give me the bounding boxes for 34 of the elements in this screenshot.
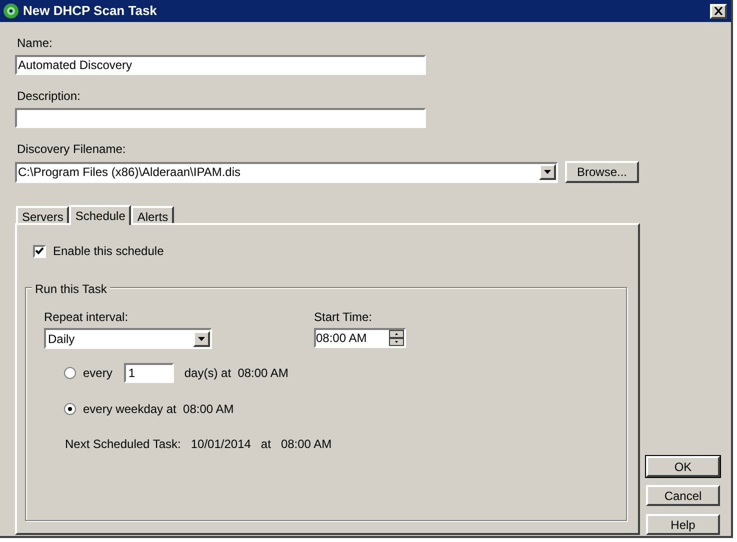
next-task-label: Next Scheduled Task:	[65, 436, 181, 453]
browse-button[interactable]: Browse...	[565, 161, 639, 183]
next-task-at: at	[260, 436, 271, 453]
window-title: New DHCP Scan Task	[23, 2, 157, 20]
radio-label: day(s) at 08:00 AM	[184, 365, 288, 382]
tab[interactable]: Alerts	[131, 206, 174, 223]
tab[interactable]: Schedule	[69, 205, 132, 225]
spinner-icon[interactable]	[389, 330, 404, 346]
radio-label: every weekday at 08:00 AM	[83, 401, 234, 418]
description-field[interactable]	[15, 108, 426, 128]
field-label: Discovery Filename:	[17, 141, 127, 158]
dialog-button[interactable]: Cancel	[646, 485, 720, 506]
filename-dropdown[interactable]: C:\Program Files (x86)\Alderaan\IPAM.dis	[15, 162, 558, 182]
checkbox[interactable]	[33, 244, 46, 258]
radio-button[interactable]	[64, 403, 76, 415]
field-label: Name:	[17, 35, 54, 52]
field-label: Repeat interval:	[44, 309, 130, 326]
dialog-button[interactable]: OK	[646, 456, 720, 477]
start-time-field[interactable]: 08:00 AM	[314, 328, 406, 348]
name-field[interactable]: Automated Discovery	[15, 55, 426, 75]
radio-button[interactable]	[64, 367, 76, 379]
field-label: Description:	[17, 88, 82, 105]
field-label: Start Time:	[314, 309, 374, 326]
disc-icon	[3, 3, 19, 19]
close-icon	[714, 7, 723, 15]
close-button[interactable]	[710, 4, 727, 18]
repeat-interval-dropdown[interactable]: Daily	[44, 328, 212, 349]
dialog-button[interactable]: Help	[646, 514, 720, 535]
radio-label: every	[83, 365, 112, 382]
next-task-time: 08:00 AM	[280, 436, 332, 453]
checkbox-label: Enable this schedule	[53, 243, 164, 260]
next-task-date: 10/01/2014	[190, 436, 251, 453]
tab[interactable]: Servers	[16, 206, 70, 223]
days-field[interactable]: 1	[124, 363, 174, 383]
